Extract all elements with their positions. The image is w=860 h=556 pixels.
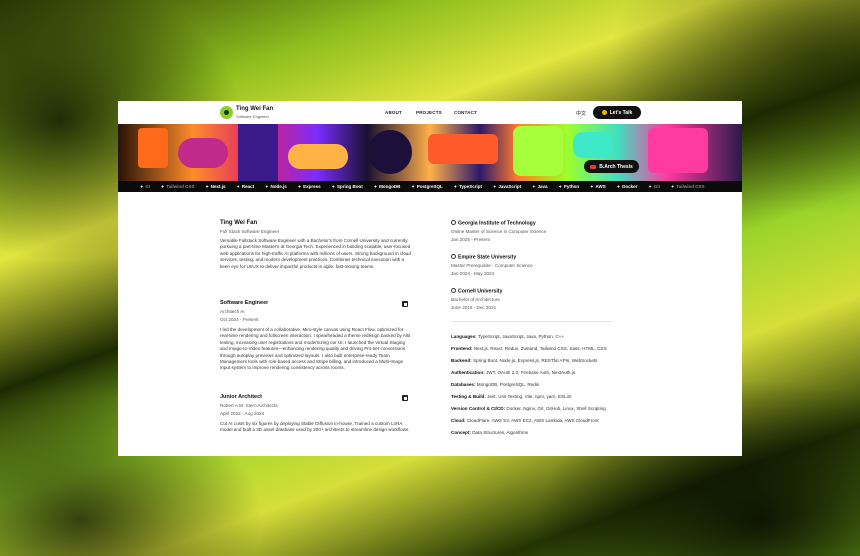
experience-role: Junior Architect <box>220 394 262 400</box>
skill-row: Backend: Spring Boot, Node.js, Express.j… <box>451 358 598 363</box>
main-content: Ting Wei Fan Full Stack Software Enginee… <box>118 192 742 456</box>
nav-about[interactable]: ABOUT <box>385 110 402 115</box>
tech-item: Node.js <box>265 184 287 189</box>
section-divider <box>451 321 613 322</box>
skill-row: Version Control & CI/CD: Docker, Nginx, … <box>451 406 606 411</box>
hero-shape <box>138 128 168 168</box>
tech-item: Next.js <box>205 184 226 189</box>
skill-row: Databases: MongoDB, PostgreSQL, Redis <box>451 382 540 387</box>
tech-item: TypeScript <box>454 184 482 189</box>
logo-icon[interactable] <box>220 106 233 119</box>
hero-shape <box>648 128 708 173</box>
tech-item: Express <box>298 184 321 189</box>
education-dates: Jan 2025 - Present <box>451 237 490 242</box>
education-school: Georgia Institute of Technology <box>451 220 536 227</box>
nav-contact[interactable]: CONTACT <box>454 110 477 115</box>
education-school: Cornell University <box>451 288 502 295</box>
profile-name: Ting Wei Fan <box>220 220 258 226</box>
lets-talk-label: Let's Talk <box>609 109 633 116</box>
flag-icon <box>590 164 597 169</box>
lets-talk-button[interactable]: Let's Talk <box>593 106 641 119</box>
portfolio-page: Ting Wei Fan Software Engineer ABOUT PRO… <box>118 101 742 456</box>
profile-bio: Versatile Fullstack Software Engineer wi… <box>220 238 411 269</box>
education-degree: Bachelor of Architecture <box>451 297 500 302</box>
experience-description: Cut AI costs by six figures by deploying… <box>220 421 410 433</box>
tech-item: CI <box>140 184 150 189</box>
tech-item: Docker <box>617 184 637 189</box>
graduation-cap-icon <box>451 220 456 225</box>
hero-shape <box>428 134 498 164</box>
tech-item: AWS <box>590 184 605 189</box>
skill-row: Languages: TypeScript, JavaScript, Java,… <box>451 334 565 339</box>
tech-marquee: CI Tailwind CSS Next.js React Node.js Ex… <box>118 181 742 192</box>
experience-role: Software Engineer <box>220 300 269 306</box>
tech-item: Tailwind CSS <box>671 184 704 189</box>
profile-title: Full Stack Software Engineer <box>220 229 280 234</box>
hero-banner: B.Arch Thesis <box>118 124 742 181</box>
university-icon <box>451 288 456 293</box>
education-dates: Jan 2024 - May 2024 <box>451 271 495 276</box>
tech-item: Java <box>532 184 548 189</box>
experience-dates: April 2022 - Aug 2024 <box>220 411 265 416</box>
chat-icon <box>601 110 607 115</box>
school-icon <box>451 254 456 259</box>
experience-description: I led the development of a collaborative… <box>220 327 411 371</box>
education-degree: Master Prerequisite - Computer Science <box>451 263 533 268</box>
nav-projects[interactable]: PROJECTS <box>416 110 442 115</box>
education-degree: Online Master of Science in Computer Sci… <box>451 229 547 234</box>
hero-shape <box>178 138 228 168</box>
linkedin-icon[interactable] <box>402 301 408 307</box>
experience-dates: Oct 2024 - Present <box>220 317 259 322</box>
tech-item: MongoDB <box>374 184 400 189</box>
skill-row: Frontend: Next.js, React, Redux, Zustand… <box>451 346 607 351</box>
brand-name[interactable]: Ting Wei Fan <box>236 106 273 112</box>
hero-shape <box>288 144 348 169</box>
tech-item: Git <box>648 184 660 189</box>
tech-item: Python <box>559 184 579 189</box>
hero-shape <box>573 132 613 158</box>
hero-shape <box>513 126 563 176</box>
site-header: Ting Wei Fan Software Engineer ABOUT PRO… <box>118 101 742 124</box>
education-dates: June 2016 - Dec 2021 <box>451 305 497 310</box>
skill-row: Cloud: CloudFlare, AWS S3, AWS EC2, AWS … <box>451 418 599 423</box>
tech-item: JavaScript <box>493 184 521 189</box>
tech-item: Tailwind CSS <box>161 184 194 189</box>
skill-row: Testing & Build: Jest, Unit Testing, Vit… <box>451 394 572 399</box>
tech-item: PostgreSQL <box>411 184 443 189</box>
experience-company: Robert A.M. Stern Architects <box>220 403 278 408</box>
linkedin-icon[interactable] <box>402 395 408 401</box>
experience-company: Architech AI <box>220 309 245 314</box>
language-toggle[interactable]: 中文 <box>576 110 586 117</box>
brand-role: Software Engineer <box>236 114 269 119</box>
education-school: Empire State University <box>451 254 516 261</box>
hero-shape <box>238 124 278 181</box>
thesis-badge[interactable]: B.Arch Thesis <box>584 160 639 173</box>
hero-shape <box>368 130 412 174</box>
skill-row: Authentication: JWT, OAuth 2.0, Firebase… <box>451 370 576 375</box>
tech-item: Spring Boot <box>332 184 363 189</box>
tech-item: React <box>237 184 254 189</box>
thesis-label: B.Arch Thesis <box>599 163 633 170</box>
skill-row: Concept: Data Structures, Algorithms <box>451 430 529 435</box>
